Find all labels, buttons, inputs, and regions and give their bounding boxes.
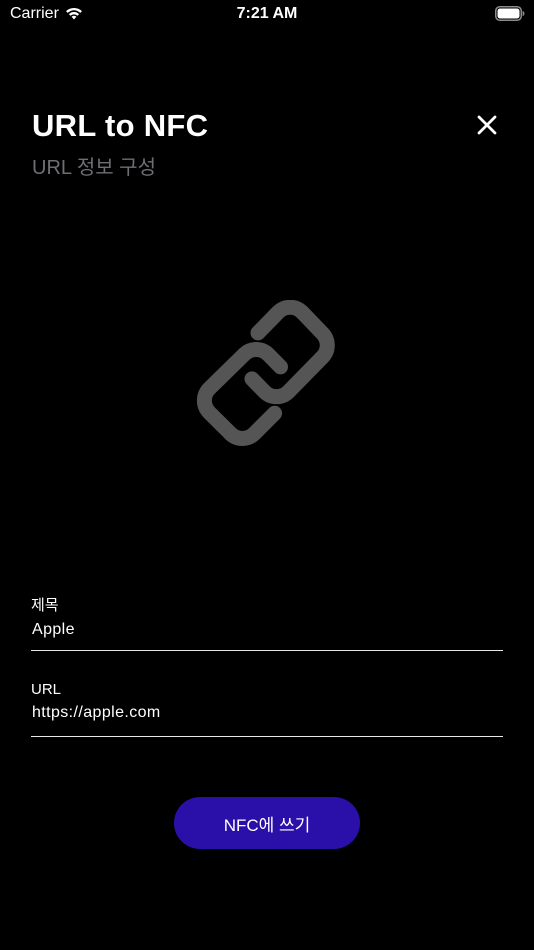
battery-icon xyxy=(495,6,525,21)
title-input[interactable] xyxy=(31,619,503,641)
link-icon xyxy=(196,300,335,446)
close-button[interactable] xyxy=(472,110,502,140)
url-field-underline xyxy=(31,735,503,737)
title-field: 제목 xyxy=(31,592,503,651)
url-input[interactable] xyxy=(31,702,503,724)
page-subtitle: URL 정보 구성 xyxy=(32,157,156,179)
page-title: URL to NFC xyxy=(32,108,209,143)
title-field-underline xyxy=(31,649,503,651)
url-field: URL xyxy=(31,679,503,737)
title-field-label: 제목 xyxy=(31,597,59,614)
write-nfc-button[interactable]: NFC에 쓰기 xyxy=(174,797,360,849)
status-bar: Carrier 7:21 AM xyxy=(0,0,534,30)
url-field-label: URL xyxy=(31,681,62,698)
status-time: 7:21 AM xyxy=(236,5,298,22)
nfc-url-screen: Carrier 7:21 AM URL to NFC URL 정보 구성 제목 xyxy=(0,0,534,950)
close-icon xyxy=(477,115,497,135)
